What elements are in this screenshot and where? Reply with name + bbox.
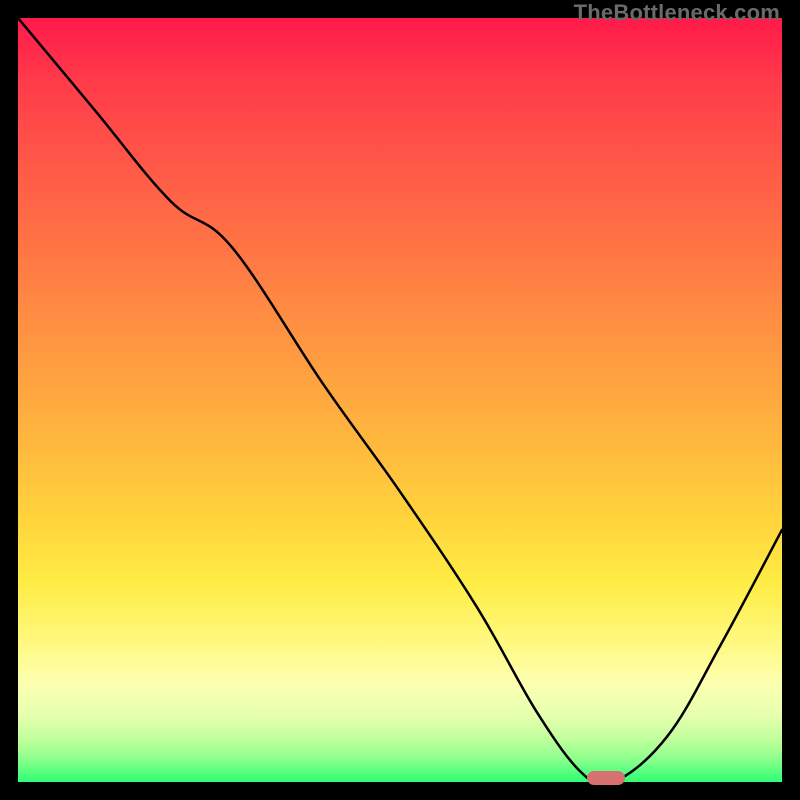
- watermark-text: TheBottleneck.com: [574, 0, 780, 26]
- optimal-point-marker: [587, 771, 625, 785]
- chart-frame: TheBottleneck.com: [0, 0, 800, 800]
- plot-area: [18, 18, 782, 782]
